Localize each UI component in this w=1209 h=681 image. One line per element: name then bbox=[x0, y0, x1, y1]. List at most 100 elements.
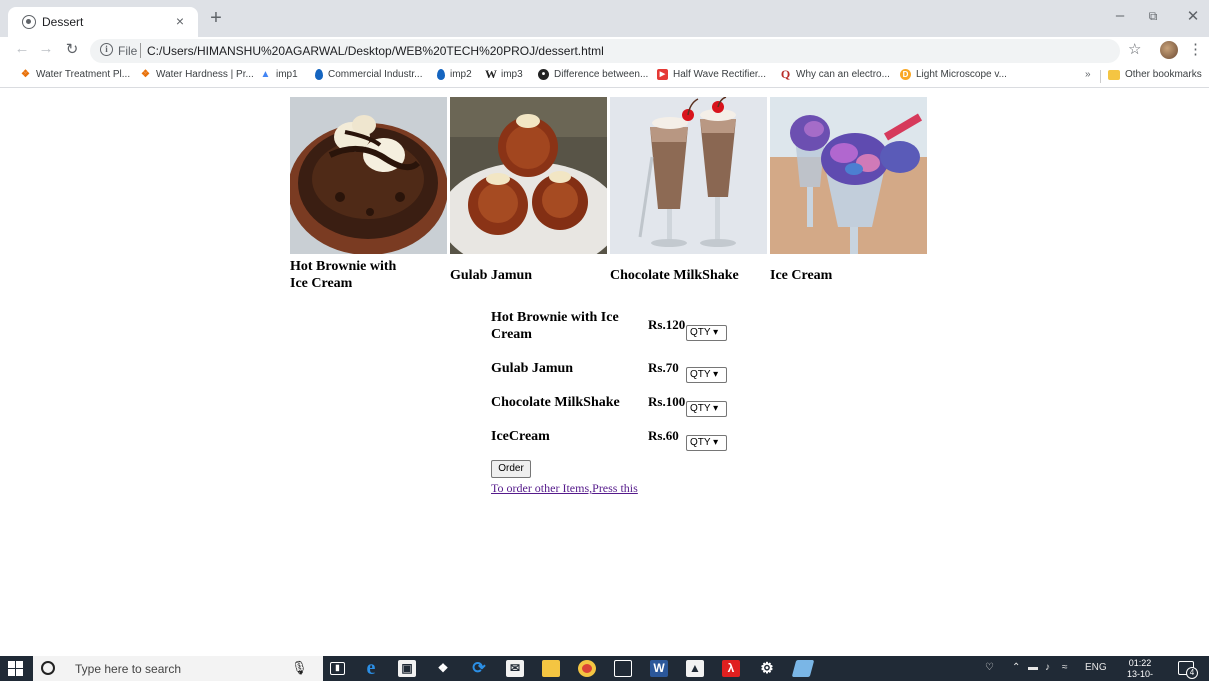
bookmark-item[interactable]: ❖ Water Hardness | Pr... bbox=[140, 69, 254, 80]
folder-icon bbox=[1108, 69, 1120, 80]
bookmark-item[interactable]: Q Why can an electro... bbox=[780, 67, 890, 81]
order-item-price: Rs.60 bbox=[648, 428, 679, 443]
milkshake-image[interactable] bbox=[610, 97, 767, 254]
brownie-image[interactable] bbox=[290, 97, 447, 254]
other-bookmarks[interactable]: Other bookmarks bbox=[1108, 69, 1202, 80]
minimize-icon[interactable]: – bbox=[1105, 7, 1135, 24]
network-icon[interactable]: ≈ bbox=[1062, 662, 1068, 673]
mail-icon[interactable]: ✉ bbox=[506, 660, 524, 677]
language-indicator[interactable]: ENG bbox=[1085, 662, 1107, 673]
bookmark-item[interactable]: ▶ Half Wave Rectifier... bbox=[657, 69, 766, 80]
cortana-icon bbox=[41, 661, 55, 675]
tab-strip: Dessert × + – ⧉ ✕ bbox=[0, 0, 1209, 37]
bookmark-star-icon[interactable]: ☆ bbox=[1128, 40, 1141, 58]
qty-select-milkshake[interactable]: QTY ▾ bbox=[686, 401, 727, 417]
address-divider bbox=[140, 43, 141, 58]
taskbar-search[interactable]: Type here to search 🎙 bbox=[33, 656, 323, 681]
task-view-icon[interactable]: ▮ bbox=[330, 662, 345, 675]
bookmark-item[interactable]: imp2 bbox=[435, 69, 472, 80]
qty-select-brownie[interactable]: QTY ▾ bbox=[686, 325, 727, 341]
product-title: Chocolate MilkShake bbox=[610, 268, 739, 283]
address-bar[interactable]: i File C:/Users/HIMANSHU%20AGARWAL/Deskt… bbox=[90, 39, 1120, 63]
bookmark-item[interactable]: Commercial Industr... bbox=[313, 69, 422, 80]
qty-select-ice-cream[interactable]: QTY ▾ bbox=[686, 435, 727, 451]
difference-icon: • bbox=[538, 69, 549, 80]
tab-title: Dessert bbox=[42, 15, 84, 29]
bookmark-item[interactable]: ▲ imp1 bbox=[260, 69, 298, 80]
bookmarks-bar: ❖ Water Treatment Pl... ❖ Water Hardness |… bbox=[0, 64, 1209, 88]
order-other-items-link: To order other Items,Press this bbox=[491, 481, 638, 496]
product-title: Ice Cream bbox=[770, 268, 833, 283]
notifications-icon[interactable]: 4 bbox=[1178, 661, 1198, 679]
product-title: Hot Brownie with Ice Cream bbox=[290, 259, 397, 291]
reload-icon[interactable]: ↻ bbox=[62, 40, 82, 58]
product-card-brownie: Hot Brownie with Ice Cream bbox=[290, 97, 447, 291]
product-title: Gulab Jamun bbox=[450, 268, 533, 283]
bookmarks-overflow-icon[interactable]: » bbox=[1085, 69, 1091, 80]
chrome-icon[interactable] bbox=[578, 660, 596, 677]
tab-dessert[interactable]: Dessert × bbox=[8, 7, 198, 37]
paint-icon[interactable] bbox=[791, 660, 815, 677]
order-link-text[interactable]: To order other Items, bbox=[491, 481, 592, 495]
people-icon[interactable]: ♡ bbox=[985, 662, 994, 673]
browser-menu-icon[interactable]: ⋮ bbox=[1188, 40, 1203, 58]
windows-start-icon[interactable] bbox=[8, 661, 24, 676]
photos-icon[interactable]: ▲ bbox=[686, 660, 704, 677]
store-icon[interactable]: ▣ bbox=[398, 660, 416, 677]
order-item-name: IceCream bbox=[491, 429, 550, 444]
microphone-icon[interactable]: 🎙 bbox=[291, 660, 308, 676]
order-item-price: Rs.120 bbox=[648, 317, 686, 332]
order-item-name: Gulab Jamun bbox=[491, 361, 574, 376]
order-item-name: Hot Brownie with Ice Cream bbox=[491, 310, 619, 342]
drop-icon bbox=[315, 69, 323, 80]
acrobat-icon[interactable]: λ bbox=[722, 660, 740, 677]
address-url[interactable]: C:/Users/HIMANSHU%20AGARWAL/Desktop/WEB%… bbox=[147, 44, 604, 58]
order-item-price: Rs.100 bbox=[648, 394, 686, 409]
wikipedia-icon: W bbox=[485, 67, 497, 81]
back-icon[interactable]: ← bbox=[12, 40, 32, 57]
product-card-ice-cream: Ice Cream bbox=[770, 97, 927, 283]
bookmark-item[interactable]: Wimp3 bbox=[485, 67, 523, 81]
youtube-icon: ▶ bbox=[657, 69, 668, 80]
imp-icon: ▲ bbox=[260, 69, 271, 80]
notification-count: 4 bbox=[1186, 667, 1198, 679]
dropbox-icon[interactable]: ❖ bbox=[434, 660, 452, 677]
d-icon: D bbox=[900, 69, 911, 80]
product-card-milkshake: Chocolate MilkShake bbox=[610, 97, 767, 283]
press-this-link[interactable]: Press this bbox=[592, 481, 638, 495]
page-content: Hot Brownie with Ice Cream Gulab Jamun C… bbox=[0, 89, 1209, 655]
bookmark-item[interactable]: ❖ Water Treatment Pl... bbox=[20, 69, 130, 80]
qty-select-gulab-jamun[interactable]: QTY ▾ bbox=[686, 367, 727, 383]
taskbar-clock[interactable]: 01:22 13-10-2019 bbox=[1118, 658, 1162, 681]
bookmarks-divider bbox=[1100, 70, 1101, 83]
volume-icon[interactable]: ♪ bbox=[1045, 662, 1050, 673]
vscode-icon[interactable]: ⟳ bbox=[470, 660, 488, 677]
profile-avatar[interactable] bbox=[1160, 41, 1178, 59]
terminal-icon[interactable] bbox=[614, 660, 632, 677]
taskbar: Type here to search 🎙 ▮ e ▣ ❖ ⟳ ✉ W ▲ λ … bbox=[0, 656, 1209, 681]
gulab-jamun-image[interactable] bbox=[450, 97, 607, 254]
file-explorer-icon[interactable] bbox=[542, 660, 560, 677]
order-button[interactable]: Order bbox=[491, 460, 531, 478]
restore-icon[interactable]: ⧉ bbox=[1138, 9, 1168, 24]
tray-overflow-icon[interactable]: ⌃ bbox=[1012, 662, 1020, 673]
close-tab-icon[interactable]: × bbox=[172, 13, 188, 29]
close-window-icon[interactable]: ✕ bbox=[1178, 7, 1208, 25]
address-scheme: File bbox=[118, 44, 138, 58]
ice-cream-image[interactable] bbox=[770, 97, 927, 254]
info-icon[interactable]: i bbox=[100, 43, 113, 56]
water-icon: ❖ bbox=[21, 69, 30, 80]
product-card-gulab-jamun: Gulab Jamun bbox=[450, 97, 607, 283]
edge-icon[interactable]: e bbox=[362, 658, 380, 678]
clock-date: 13-10-2019 bbox=[1126, 669, 1153, 681]
forward-icon[interactable]: → bbox=[36, 40, 56, 57]
settings-icon[interactable]: ⚙ bbox=[758, 660, 776, 677]
new-tab-button[interactable]: + bbox=[206, 7, 226, 29]
water-icon: ❖ bbox=[141, 69, 150, 80]
quora-icon: Q bbox=[780, 67, 791, 81]
word-icon[interactable]: W bbox=[650, 660, 668, 677]
bookmark-item[interactable]: • Difference between... bbox=[538, 69, 648, 80]
bookmark-item[interactable]: D Light Microscope v... bbox=[900, 69, 1007, 80]
order-item-name: Chocolate MilkShake bbox=[491, 395, 620, 410]
battery-icon[interactable]: ▬ bbox=[1028, 662, 1038, 673]
